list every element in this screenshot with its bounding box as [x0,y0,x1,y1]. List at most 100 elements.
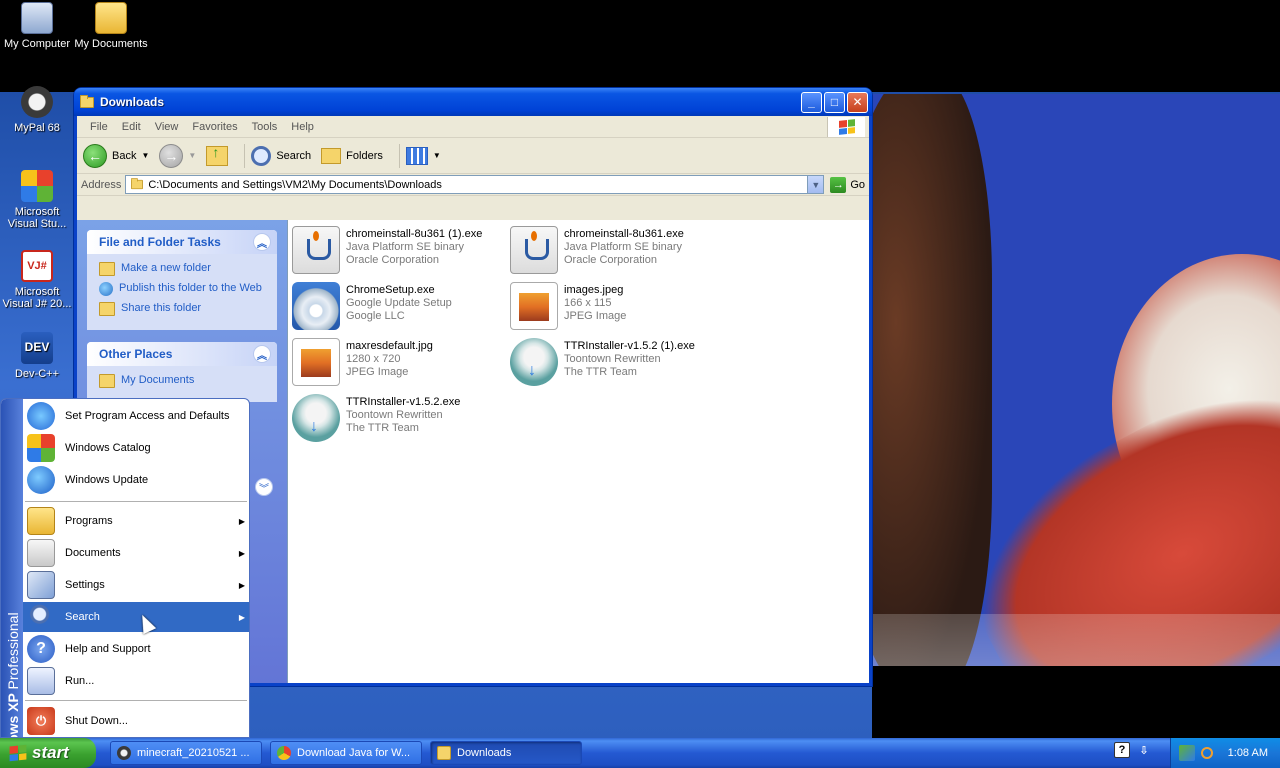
submenu-arrow-icon: ▶ [238,516,245,526]
file-description: Google Update Setup [346,297,452,309]
back-dropdown-icon[interactable]: ▼ [141,151,149,160]
java-icon [292,226,340,274]
ttr-installer-icon [292,394,340,442]
go-button[interactable]: → Go [830,176,865,193]
toolbar-separator [244,143,246,168]
file-company: The TTR Team [346,422,419,434]
file-item[interactable]: maxresdefault.jpg 1280 x 720 JPEG Image [292,338,502,386]
file-name: ChromeSetup.exe [346,284,435,296]
menu-file[interactable]: File [83,121,115,133]
menu-item-label: Run... [65,675,95,687]
forward-button[interactable]: → ▼ [159,143,196,168]
network-icon[interactable] [1179,745,1195,761]
collapse-chevron-icon[interactable]: ︽ [253,233,271,251]
search-icon [27,603,55,631]
desktop-icon-label: My Documents [74,38,148,50]
desktop-icon-visual-studio[interactable]: Microsoft Visual Stu... [0,170,74,230]
help-support-item[interactable]: ? Help and Support [23,634,249,664]
submenu-arrow-icon: ▶ [238,580,245,590]
file-item[interactable]: images.jpeg 166 x 115 JPEG Image [510,282,720,330]
task-label: Downloads [457,747,512,759]
collapse-chevron-icon[interactable]: ︽ [253,345,271,363]
file-item[interactable]: TTRInstaller-v1.5.2 (1).exeToontown Rewr… [510,338,720,386]
desktop-icon-my-computer[interactable]: My Computer [0,2,74,50]
views-button[interactable]: ▼ [405,146,441,165]
shut-down-item[interactable]: ⏻ Shut Down... [23,706,249,736]
settings-icon [27,571,55,599]
start-button[interactable]: start [0,738,96,768]
taskbar-button-minecraft[interactable]: minecraft_20210521 ... [110,741,262,765]
other-places-panel: Other Places ︽ My Documents [87,342,277,402]
file-item[interactable]: ChromeSetup.exe Google Update Setup Google… [292,282,502,330]
go-label: Go [850,178,865,191]
my-documents-link[interactable]: My Documents [99,374,267,388]
file-item[interactable]: TTRInstaller-v1.5.2.exeToontown Rewritte… [292,394,502,442]
file-folder-tasks-header[interactable]: File and Folder Tasks ︽ [87,230,277,254]
windows-catalog-item[interactable]: Windows Catalog [23,433,249,463]
file-name: TTRInstaller-v1.5.2.exe [346,396,461,408]
ime-icon[interactable]: ⇩ [1136,742,1152,758]
desktop-icon-mypal[interactable]: MyPal 68 [0,86,74,134]
taskbar-button-downloads[interactable]: Downloads [430,741,582,765]
close-button[interactable]: ✕ [847,91,868,113]
forward-dropdown-icon[interactable]: ▼ [188,151,196,160]
ttr-installer-icon [510,338,558,386]
make-new-folder-link[interactable]: Make a new folder [99,262,267,276]
programs-item[interactable]: Programs ▶ [23,506,249,536]
views-icon [405,146,428,165]
minimize-button[interactable]: _ [801,91,822,113]
publish-folder-link[interactable]: Publish this folder to the Web [99,282,267,296]
back-label: Back [112,149,137,162]
menu-view[interactable]: View [148,121,186,133]
run-icon [27,667,55,695]
set-program-access-item[interactable]: Set Program Access and Defaults [23,401,249,431]
back-button[interactable]: ← Back ▼ [83,143,149,168]
windows-logo [827,117,865,137]
visual-jsharp-icon: VJ# [21,250,53,282]
documents-item[interactable]: Documents ▶ [23,538,249,568]
menu-separator [25,501,247,502]
folders-button[interactable]: Folders [321,147,383,164]
system-tray: 1:08 AM [1170,738,1280,768]
file-item[interactable]: chromeinstall-8u361 (1).exe Java Platform… [292,226,502,274]
background-video-letterbox [872,666,1280,740]
help-question-icon[interactable]: ? [1114,742,1130,758]
link-label: Share this folder [121,302,202,314]
menu-item-label: Help and Support [65,643,151,655]
menu-help[interactable]: Help [284,121,321,133]
windows-update-item[interactable]: Windows Update [23,465,249,495]
details-expand-chevron-icon[interactable]: ︾ [255,478,273,496]
band-brand: Windows XP [5,693,21,738]
chrome-icon [277,746,291,760]
search-tray-icon[interactable] [1201,747,1213,759]
settings-item[interactable]: Settings ▶ [23,570,249,600]
folder-icon [131,178,144,190]
share-folder-link[interactable]: Share this folder [99,302,267,316]
devcpp-icon: DEV [21,332,53,364]
file-type: JPEG Image [564,310,627,322]
program-access-icon [27,402,55,430]
taskbar-button-java-download[interactable]: Download Java for W... [270,741,422,765]
maximize-button[interactable]: □ [824,91,845,113]
menu-favorites[interactable]: Favorites [185,121,244,133]
menu-edit[interactable]: Edit [115,121,148,133]
desktop-icon-visual-jsharp[interactable]: VJ# Microsoft Visual J# 20... [0,250,74,310]
up-folder-button[interactable]: ↑ [206,144,229,166]
window-titlebar[interactable]: Downloads _ □ ✕ [74,88,872,116]
run-item[interactable]: Run... [23,666,249,696]
file-item[interactable]: chromeinstall-8u361.exe Java Platform SE … [510,226,720,274]
clock[interactable]: 1:08 AM [1228,747,1268,759]
address-field[interactable]: C:\Documents and Settings\VM2\My Documen… [125,175,825,194]
search-button[interactable]: Search [251,145,311,166]
desktop-icon-label: Microsoft Visual Stu... [7,206,67,230]
windows-catalog-icon [27,434,55,462]
forward-arrow-icon: → [159,143,184,168]
folders-icon [321,147,342,164]
menu-tools[interactable]: Tools [245,121,285,133]
other-places-header[interactable]: Other Places ︽ [87,342,277,366]
panel-title: Other Places [99,347,173,361]
address-dropdown-button[interactable]: ▼ [807,176,824,193]
file-description: Java Platform SE binary [564,241,682,253]
desktop-icon-my-documents[interactable]: My Documents [74,2,148,50]
desktop-icon-devcpp[interactable]: DEV Dev-C++ [0,332,74,380]
